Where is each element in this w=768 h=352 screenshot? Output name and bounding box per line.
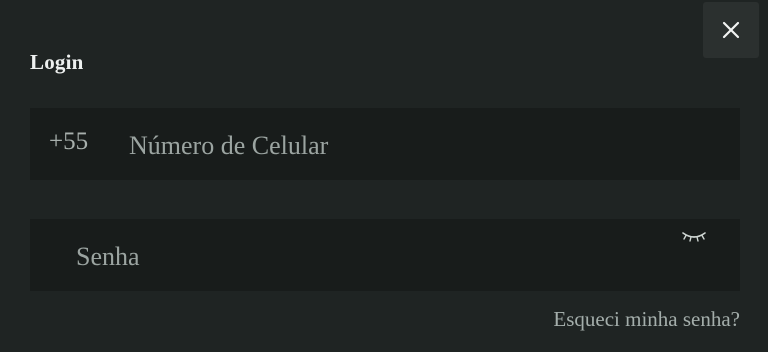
country-code-prefix: +55 — [49, 128, 89, 155]
modal-title: Login — [30, 50, 84, 74]
forgot-password-link[interactable]: Esqueci minha senha? — [553, 307, 740, 332]
close-button[interactable] — [703, 2, 759, 58]
eye-closed-icon — [682, 232, 706, 242]
password-field — [30, 219, 740, 291]
close-icon — [722, 21, 740, 39]
password-input[interactable] — [76, 239, 666, 275]
password-visibility-toggle[interactable] — [681, 230, 707, 244]
phone-number-input[interactable] — [129, 128, 709, 164]
login-modal: Login +55 Esqueci minha senha? — [0, 0, 768, 352]
phone-field: +55 — [30, 108, 740, 180]
